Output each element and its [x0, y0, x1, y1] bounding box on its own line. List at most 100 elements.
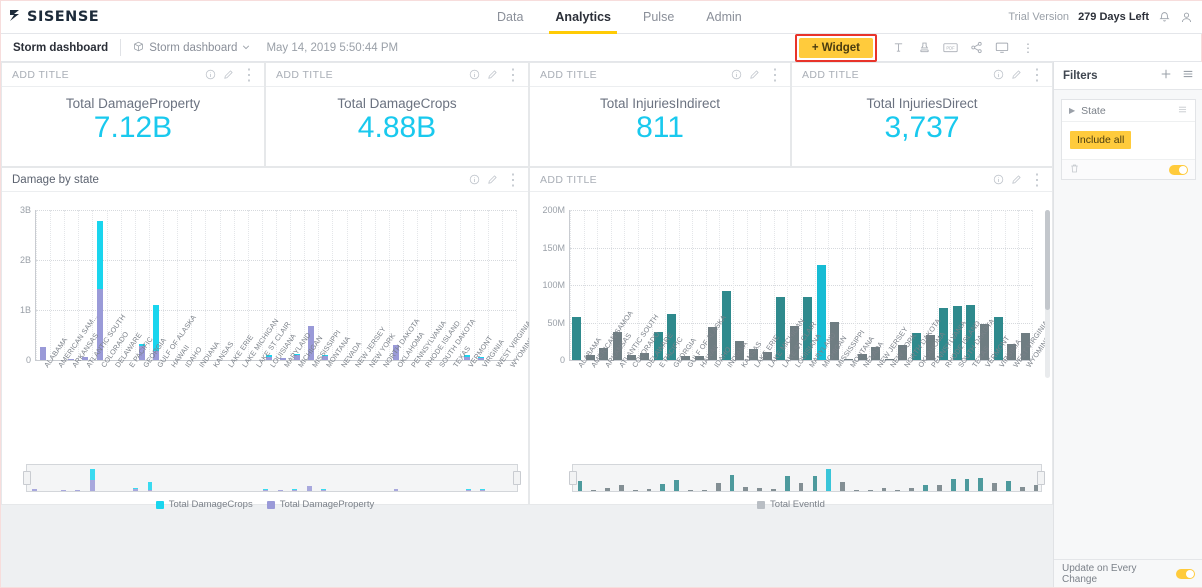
chart-bar[interactable] — [96, 220, 103, 289]
filter-footer — [1062, 159, 1195, 179]
navigator-bar — [950, 478, 956, 491]
navigator-bar — [674, 480, 680, 491]
info-icon[interactable] — [469, 174, 480, 185]
stamp-icon[interactable] — [911, 37, 937, 59]
nav-item-pulse[interactable]: Pulse — [627, 1, 690, 34]
chart-widget-total-eventid[interactable]: ADD TITLE ⋮ 0 50M 100M 150M 200M ALABAMA AMERI… — [529, 167, 1053, 510]
share-icon[interactable] — [963, 37, 989, 59]
kpi-widget-damage-property[interactable]: ADD TITLE ⋮ Total DamageProperty 7.12B — [1, 62, 265, 167]
x-gridline — [205, 210, 207, 360]
widget-title[interactable]: ADD TITLE — [276, 69, 469, 81]
svg-text:PDF: PDF — [946, 46, 955, 51]
navigator-bar — [321, 488, 327, 490]
chart-plot-area[interactable]: 0 50M 100M 150M 200M ALABAMA AMERICAN SAMOA ARK… — [530, 192, 1052, 510]
add-widget-highlight: + Widget — [794, 33, 877, 62]
text-icon[interactable] — [885, 37, 911, 59]
widget-menu-icon[interactable]: ⋮ — [1029, 65, 1045, 85]
widget-menu-icon[interactable]: ⋮ — [767, 65, 783, 85]
chart-plot-area[interactable]: 0 1B 2B 3B ALABAMA AMERICAN SAM... ARKANSAS ATL… — [2, 192, 536, 510]
kpi-widget-injuries-indirect[interactable]: ADD TITLE ⋮ Total InjuriesIndirect 811 — [529, 62, 791, 167]
edit-pencil-icon[interactable] — [1011, 69, 1022, 80]
navigator-bar — [591, 489, 597, 491]
update-on-change-toggle[interactable] — [1176, 568, 1195, 579]
list-icon[interactable] — [1177, 104, 1188, 118]
y-axis-line — [569, 210, 570, 360]
trial-label: Trial Version — [1008, 11, 1070, 23]
navigator-handle-left[interactable] — [23, 471, 31, 485]
edit-pencil-icon[interactable] — [487, 174, 498, 185]
navigator-bar — [393, 488, 399, 491]
legend-label: Total DamageProperty — [279, 499, 375, 510]
navigator-bar — [133, 487, 138, 489]
navigator-bar — [292, 488, 298, 490]
user-avatar-icon[interactable] — [1180, 11, 1193, 24]
plus-icon[interactable] — [1160, 67, 1172, 85]
navigator-handle-right[interactable] — [513, 471, 521, 485]
nav-item-data[interactable]: Data — [481, 1, 539, 34]
bell-icon[interactable] — [1158, 11, 1171, 24]
navigator-bar — [1033, 484, 1039, 491]
navigator-bar — [743, 486, 749, 491]
navigator-bar — [646, 489, 652, 491]
widget-menu-icon[interactable]: ⋮ — [505, 65, 521, 85]
filter-row-header[interactable]: ▶ State — [1062, 100, 1195, 122]
filter-card-state[interactable]: ▶ State Include all — [1061, 99, 1196, 180]
present-monitor-icon[interactable] — [989, 37, 1015, 59]
y-axis-tick-label: 2B — [19, 255, 31, 265]
kpi-label: Total InjuriesIndirect — [599, 95, 721, 111]
dashboard-selector[interactable]: Storm dashboard — [133, 41, 250, 55]
x-gridline — [570, 210, 571, 360]
sisense-logo[interactable]: SISENSE — [1, 9, 99, 25]
widget-menu-icon[interactable]: ⋮ — [241, 65, 257, 85]
chevron-right-icon[interactable]: ▶ — [1069, 106, 1075, 115]
info-icon[interactable] — [205, 69, 216, 80]
filter-enabled-toggle[interactable] — [1169, 164, 1188, 175]
filter-name: State — [1081, 104, 1106, 117]
x-gridline — [719, 210, 721, 360]
navigator-bar — [465, 488, 471, 490]
navigator-handle-right[interactable] — [1037, 471, 1045, 485]
chart-widget-damage-by-state[interactable]: Damage by state ⋮ 0 1B 2B 3B ALABAMA AMERICAN… — [1, 167, 536, 510]
widget-title[interactable]: ADD TITLE — [12, 69, 205, 81]
pdf-icon[interactable]: PDF — [937, 37, 963, 59]
chart-scrollbar-thumb[interactable] — [1045, 210, 1050, 310]
nav-item-analytics[interactable]: Analytics — [539, 1, 627, 34]
chart-bar[interactable] — [572, 317, 582, 360]
widget-title[interactable]: ADD TITLE — [802, 69, 993, 81]
hamburger-menu-icon[interactable] — [1182, 67, 1194, 85]
widget-menu-icon[interactable]: ⋮ — [505, 170, 521, 190]
kpi-widget-damage-crops[interactable]: ADD TITLE ⋮ Total DamageCrops 4.88B — [265, 62, 529, 167]
info-icon[interactable] — [731, 69, 742, 80]
edit-pencil-icon[interactable] — [223, 69, 234, 80]
edit-pencil-icon[interactable] — [749, 69, 760, 80]
navigator-bar — [895, 489, 901, 491]
nav-item-admin[interactable]: Admin — [690, 1, 757, 34]
info-icon[interactable] — [469, 69, 480, 80]
widget-menu-icon[interactable]: ⋮ — [1029, 170, 1045, 190]
chart-scrollbar-track[interactable] — [1045, 210, 1050, 378]
more-options-icon[interactable]: ⋮ — [1015, 37, 1041, 59]
navigator-bar — [757, 488, 762, 491]
chart-range-navigator[interactable] — [23, 464, 521, 492]
navigator-bar — [964, 478, 970, 491]
kpi-widget-injuries-direct[interactable]: ADD TITLE ⋮ Total InjuriesDirect 3,737 — [791, 62, 1053, 167]
navigator-bar — [306, 485, 312, 491]
widget-title[interactable]: ADD TITLE — [540, 69, 731, 81]
chart-range-navigator[interactable] — [569, 464, 1045, 492]
edit-pencil-icon[interactable] — [487, 69, 498, 80]
legend-item[interactable]: Total DamageProperty — [266, 499, 375, 510]
navigator-handle-left[interactable] — [569, 471, 577, 485]
widget-title[interactable]: Damage by state — [12, 174, 469, 186]
legend-item[interactable]: Total DamageCrops — [155, 499, 253, 510]
info-icon[interactable] — [993, 174, 1004, 185]
x-gridline — [473, 210, 475, 360]
edit-pencil-icon[interactable] — [1011, 174, 1022, 185]
navigator-bar — [133, 488, 138, 491]
trash-icon[interactable] — [1069, 161, 1080, 179]
widget-title[interactable]: ADD TITLE — [540, 174, 993, 186]
legend-item[interactable]: Total EventId — [757, 499, 825, 510]
filter-include-all-chip[interactable]: Include all — [1070, 131, 1132, 149]
x-gridline — [760, 210, 762, 360]
info-icon[interactable] — [993, 69, 1004, 80]
add-widget-button[interactable]: + Widget — [798, 37, 873, 58]
